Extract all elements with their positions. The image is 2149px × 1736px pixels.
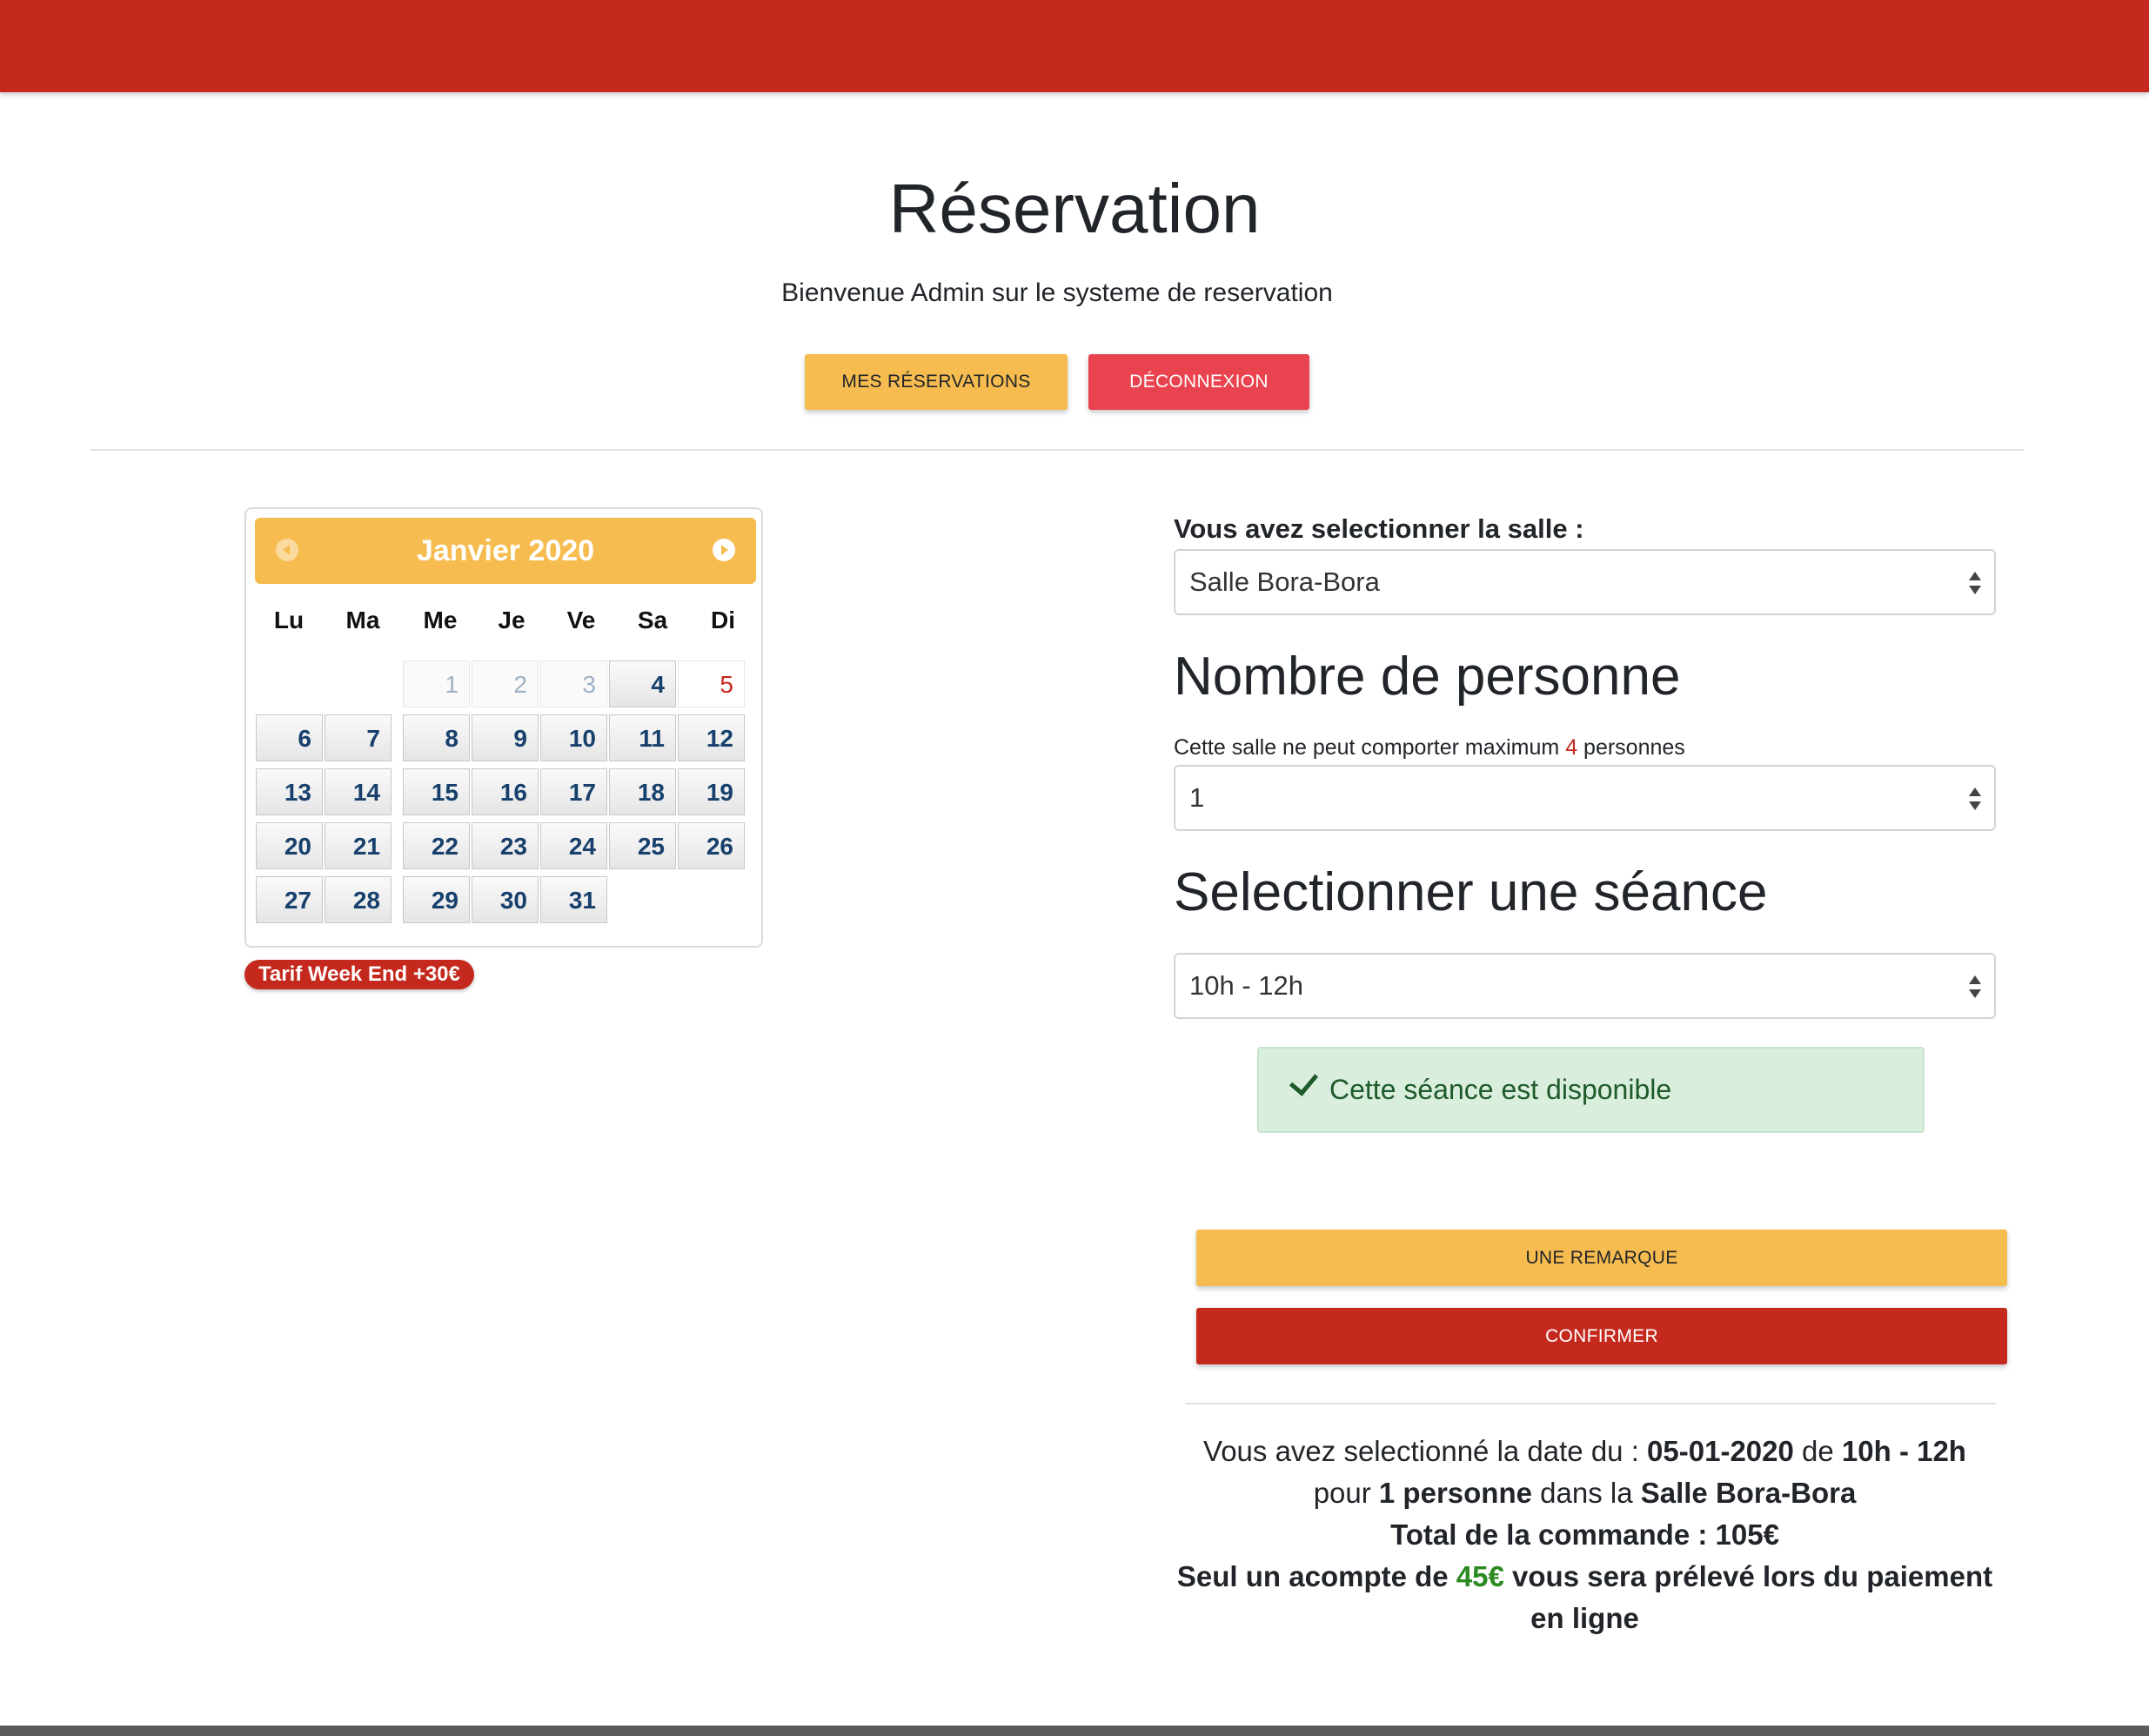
summary-text: dans la [1531,1477,1641,1509]
capacity-prefix: Cette salle ne peut comporter maximum [1174,735,1566,760]
calendar-day[interactable]: 17 [540,768,607,815]
logout-button[interactable]: DÉCONNEXION [1088,354,1309,410]
summary-divider [1185,1403,1996,1404]
date-picker-calendar: Janvier 2020 Lu Ma Me Je Ve Sa Di 1 2 3 … [244,507,763,948]
check-icon [1289,1066,1319,1096]
calendar-day[interactable]: 29 [403,876,470,923]
weekday-label: Je [498,607,526,633]
calendar-day[interactable]: 7 [325,714,392,761]
capacity-suffix: personnes [1577,735,1685,760]
weekday-label: Ma [345,607,380,633]
weekday-label: Sa [637,607,668,633]
top-navbar [0,0,2149,92]
calendar-day[interactable]: 8 [403,714,470,761]
calendar-day[interactable]: 26 [678,822,745,869]
summary-text: Vous avez selectionné la date du : [1203,1435,1648,1467]
capacity-note: Cette salle ne peut comporter maximum 4 … [1174,735,1685,761]
calendar-day[interactable]: 19 [678,768,745,815]
calendar-day[interactable]: 31 [540,876,607,923]
calendar-day-selected[interactable]: 5 [678,660,745,707]
calendar-day[interactable]: 6 [256,714,323,761]
weekday-label: Me [423,607,458,633]
calendar-day[interactable]: 30 [472,876,539,923]
bottom-bar [0,1726,2149,1736]
welcome-message: Bienvenue Admin sur le systeme de reserv… [781,278,1333,307]
people-select-value: 1 [1189,782,1205,813]
calendar-day[interactable]: 20 [256,822,323,869]
reservation-summary: Vous avez selectionné la date du : 05-01… [1174,1431,1996,1639]
weekday-label: Di [711,607,735,633]
summary-people: 1 personne [1378,1477,1532,1509]
calendar-day[interactable]: 14 [325,768,392,815]
summary-details: Vous avez selectionné la date du : 05-01… [1174,1431,1996,1514]
calendar-day[interactable]: 18 [609,768,676,815]
deposit-amount: 45€ [1456,1560,1504,1592]
prev-month-icon[interactable] [276,539,298,561]
summary-text: de [1793,1435,1842,1467]
calendar-day[interactable]: 4 [609,660,676,707]
calendar-day[interactable]: 10 [540,714,607,761]
room-select[interactable]: Salle Bora-Bora [1174,549,1996,615]
people-heading: Nombre de personne [1174,647,1681,707]
header-divider [90,449,2024,451]
room-label: Vous avez selectionner la salle : [1174,513,1584,544]
session-select-value: 10h - 12h [1189,970,1303,1001]
select-arrows-icon [1968,572,1982,596]
deposit-prefix: Seul un acompte de [1176,1560,1456,1592]
weekend-rate-badge: Tarif Week End +30€ [244,960,474,989]
calendar-day[interactable]: 11 [609,714,676,761]
calendar-header: Janvier 2020 [255,518,756,584]
people-select[interactable]: 1 [1174,765,1996,831]
weekday-label: Lu [273,607,305,633]
summary-room: Salle Bora-Bora [1640,1477,1857,1509]
summary-session: 10h - 12h [1841,1435,1966,1467]
confirm-button[interactable]: CONFIRMER [1196,1308,2007,1364]
remark-button[interactable]: UNE REMARQUE [1196,1230,2007,1286]
summary-total: Total de la commande : 105€ [1390,1518,1779,1551]
summary-date: 05-01-2020 [1647,1435,1794,1467]
room-select-value: Salle Bora-Bora [1189,566,1380,597]
calendar-day[interactable]: 12 [678,714,745,761]
calendar-day[interactable]: 23 [472,822,539,869]
calendar-day[interactable]: 3 [540,660,607,707]
calendar-day[interactable]: 22 [403,822,470,869]
my-reservations-button[interactable]: MES RÉSERVATIONS [805,354,1068,410]
calendar-day[interactable]: 13 [256,768,323,815]
availability-text: Cette séance est disponible [1329,1074,1672,1105]
calendar-day[interactable]: 24 [540,822,607,869]
calendar-day[interactable]: 16 [472,768,539,815]
capacity-max: 4 [1565,735,1578,760]
deposit-suffix: vous sera prélevé lors du paiement en li… [1503,1560,1993,1634]
calendar-day[interactable]: 27 [256,876,323,923]
calendar-day[interactable]: 25 [609,822,676,869]
session-heading: Selectionner une séance [1174,862,1768,922]
summary-text: pour [1313,1477,1379,1509]
calendar-month-title: Janvier 2020 [416,534,595,567]
availability-alert: Cette séance est disponible [1257,1047,1925,1133]
weekday-label: Ve [566,607,596,633]
select-arrows-icon [1968,788,1982,812]
calendar-day[interactable]: 1 [403,660,470,707]
calendar-day[interactable]: 15 [403,768,470,815]
session-select[interactable]: 10h - 12h [1174,953,1996,1019]
page-title: Réservation [888,170,1261,247]
calendar-day[interactable]: 28 [325,876,392,923]
select-arrows-icon [1968,975,1982,1000]
summary-deposit: Seul un acompte de 45€ vous sera prélevé… [1174,1556,1996,1639]
calendar-day[interactable]: 21 [325,822,392,869]
calendar-day[interactable]: 9 [472,714,539,761]
calendar-day[interactable]: 2 [472,660,539,707]
next-month-icon[interactable] [713,539,735,561]
